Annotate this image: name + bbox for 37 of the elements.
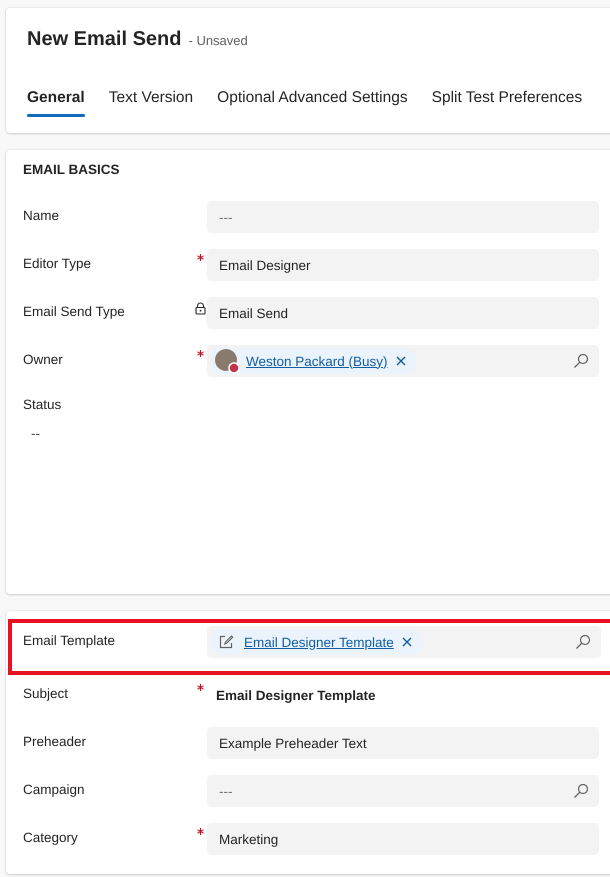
field-value: -- xyxy=(30,425,41,441)
record-link[interactable]: Email Designer Template xyxy=(244,634,394,650)
field-label: Name xyxy=(23,207,60,223)
lookup-field[interactable]: --- xyxy=(207,775,599,807)
remove-button[interactable] xyxy=(394,356,408,366)
tab[interactable]: Optional Advanced Settings xyxy=(209,89,416,117)
save-status: - Unsaved xyxy=(188,33,248,48)
text-field[interactable]: Email Send xyxy=(207,297,599,329)
tab[interactable]: General xyxy=(19,89,93,117)
text-field[interactable]: Example Preheader Text xyxy=(207,727,599,759)
record-title: New Email Send xyxy=(27,28,182,51)
text-field[interactable]: Marketing xyxy=(207,823,599,855)
tab[interactable]: Text Version xyxy=(100,89,202,117)
search-icon[interactable] xyxy=(573,353,589,369)
field-label: Owner xyxy=(23,351,64,367)
section-title: EMAIL BASICS xyxy=(23,162,121,177)
field-value: Email Designer Template xyxy=(215,687,377,703)
placeholder-text: --- xyxy=(218,784,232,798)
field-label: Email Template xyxy=(23,632,116,648)
record-link[interactable]: Weston Packard (Busy) xyxy=(246,354,388,368)
tab[interactable]: Split Test Preferences xyxy=(424,89,590,117)
field-label: Status xyxy=(23,397,62,412)
edit-icon xyxy=(218,634,234,650)
lookup-field[interactable]: Weston Packard (Busy) xyxy=(207,345,599,377)
field-label: Editor Type xyxy=(23,255,92,271)
search-icon[interactable] xyxy=(575,634,591,650)
text-field[interactable]: --- xyxy=(207,201,599,233)
field-label: Subject xyxy=(23,685,70,701)
field-label: Category xyxy=(23,829,79,845)
field-label: Preheader xyxy=(23,733,88,749)
lookup-field[interactable]: Email Designer Template xyxy=(207,626,601,658)
field-label: Email Send Type xyxy=(23,303,126,319)
text-field[interactable]: Email Designer xyxy=(207,249,599,281)
field-label: Campaign xyxy=(23,781,86,797)
remove-button[interactable] xyxy=(400,637,414,647)
avatar-drawing xyxy=(214,348,240,374)
search-icon[interactable] xyxy=(573,783,589,799)
